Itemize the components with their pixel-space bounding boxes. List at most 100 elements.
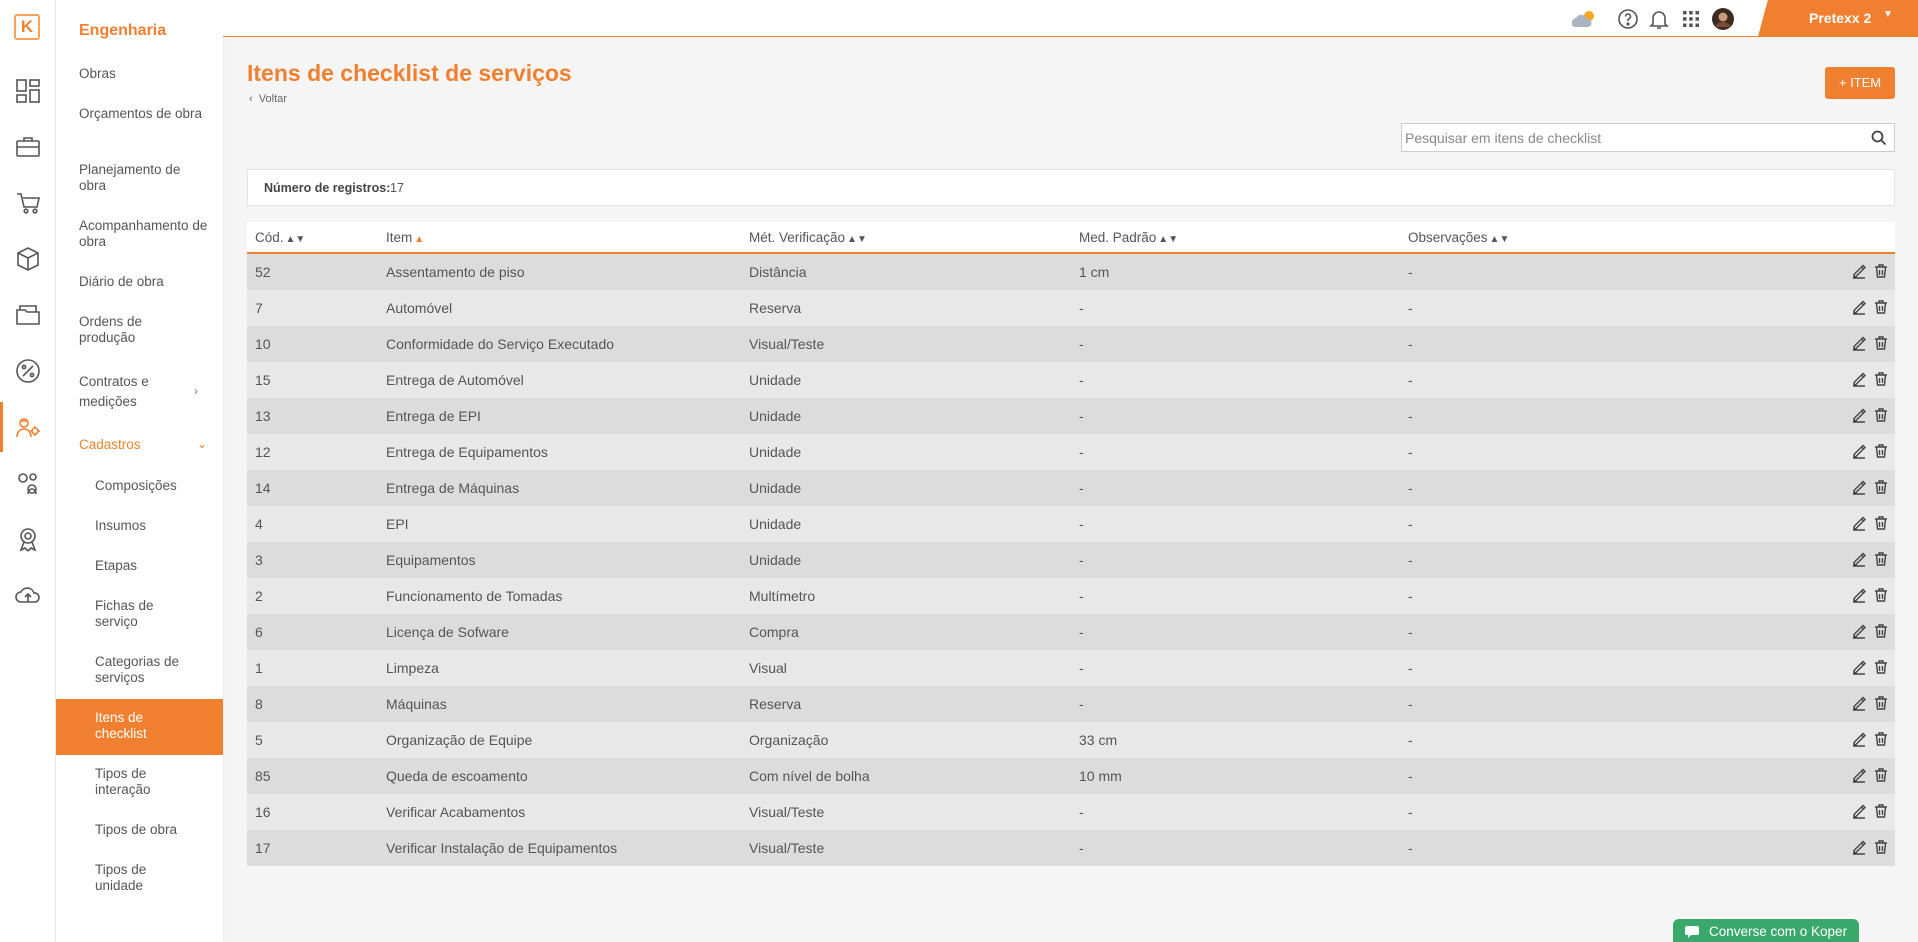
table-row[interactable]: 1 Limpeza Visual - - <box>247 650 1895 686</box>
table-row[interactable]: 13 Entrega de EPI Unidade - - <box>247 398 1895 434</box>
box-icon[interactable] <box>14 245 42 273</box>
trash-icon[interactable] <box>1873 263 1889 279</box>
column-header-cod[interactable]: Cód. ▲▼ <box>255 230 305 245</box>
column-header-medida[interactable]: Med. Padrão ▲▼ <box>1079 230 1178 245</box>
edit-icon[interactable] <box>1851 587 1867 603</box>
bell-icon[interactable] <box>1647 7 1671 31</box>
apps-grid-icon[interactable] <box>1679 7 1703 31</box>
engineer-icon[interactable] <box>14 413 42 441</box>
sidebar-subitem-insumos[interactable]: Insumos <box>95 518 215 534</box>
folder-icon[interactable] <box>14 301 42 329</box>
trash-icon[interactable] <box>1873 479 1889 495</box>
edit-icon[interactable] <box>1851 551 1867 567</box>
table-row[interactable]: 4 EPI Unidade - - <box>247 506 1895 542</box>
sidebar-item-acompanhamento[interactable]: Acompanhamento de obra <box>79 218 219 250</box>
table-row[interactable]: 85 Queda de escoamento Com nível de bolha 1… <box>247 758 1895 794</box>
sidebar-subitem-categorias[interactable]: Categorias de serviços <box>95 654 195 686</box>
edit-icon[interactable] <box>1851 263 1867 279</box>
edit-icon[interactable] <box>1851 623 1867 639</box>
sidebar-item-planejamento[interactable]: Planejamento de obra <box>79 162 209 194</box>
sidebar-item-cadastros[interactable]: Cadastros <box>79 437 209 453</box>
cell-cod: 8 <box>255 696 263 712</box>
table-row[interactable]: 7 Automóvel Reserva - - <box>247 290 1895 326</box>
award-icon[interactable] <box>14 525 42 553</box>
app-logo[interactable]: K <box>14 14 40 40</box>
table-row[interactable]: 17 Verificar Instalação de Equipamentos Vi… <box>247 830 1895 866</box>
column-header-item[interactable]: Item ▲ <box>386 230 424 245</box>
edit-icon[interactable] <box>1851 335 1867 351</box>
table-row[interactable]: 5 Organização de Equipe Organização 33 cm - <box>247 722 1895 758</box>
user-menu-button[interactable]: Pretexx 2 ▼ <box>1758 0 1918 36</box>
table-row[interactable]: 10 Conformidade do Serviço Executado Visua… <box>247 326 1895 362</box>
table-row[interactable]: 16 Verificar Acabamentos Visual/Teste - - <box>247 794 1895 830</box>
table-row[interactable]: 15 Entrega de Automóvel Unidade - - <box>247 362 1895 398</box>
search-input[interactable] <box>1402 124 1862 151</box>
table-row[interactable]: 3 Equipamentos Unidade - - <box>247 542 1895 578</box>
sidebar-item-ordens[interactable]: Ordens de produção <box>79 314 169 346</box>
table-row[interactable]: 8 Máquinas Reserva - - <box>247 686 1895 722</box>
edit-icon[interactable] <box>1851 803 1867 819</box>
table-row[interactable]: 14 Entrega de Máquinas Unidade - - <box>247 470 1895 506</box>
gears-person-icon[interactable] <box>14 469 42 497</box>
edit-icon[interactable] <box>1851 659 1867 675</box>
chat-button[interactable]: Converse com o Koper <box>1673 919 1859 942</box>
sidebar-item-contratos[interactable]: Contratos e medições <box>79 372 169 412</box>
cell-medida: 33 cm <box>1079 732 1118 748</box>
sidebar-item-diario[interactable]: Diário de obra <box>79 274 209 290</box>
trash-icon[interactable] <box>1873 443 1889 459</box>
sidebar-subitem-etapas[interactable]: Etapas <box>95 558 215 574</box>
add-item-button[interactable]: + ITEM <box>1825 67 1895 99</box>
edit-icon[interactable] <box>1851 839 1867 855</box>
briefcase-icon[interactable] <box>14 133 42 161</box>
table-body: 52 Assentamento de piso Distância 1 cm -7 Aut… <box>247 254 1895 866</box>
search-icon[interactable] <box>1870 129 1888 147</box>
trash-icon[interactable] <box>1873 515 1889 531</box>
cloud-upload-icon[interactable] <box>14 581 42 609</box>
sidebar-subitem-tipos-unidade[interactable]: Tipos de unidade <box>95 862 175 894</box>
trash-icon[interactable] <box>1873 839 1889 855</box>
trash-icon[interactable] <box>1873 695 1889 711</box>
edit-icon[interactable] <box>1851 731 1867 747</box>
sidebar-subitem-composicoes[interactable]: Composições <box>95 478 215 494</box>
edit-icon[interactable] <box>1851 515 1867 531</box>
sidebar-subitem-tipos-interacao[interactable]: Tipos de interação <box>95 766 185 798</box>
back-link[interactable]: ‹ Voltar <box>249 93 287 105</box>
table-row[interactable]: 2 Funcionamento de Tomadas Multímetro - - <box>247 578 1895 614</box>
sort-icon: ▲▼ <box>847 234 867 245</box>
trash-icon[interactable] <box>1873 587 1889 603</box>
sidebar-subitem-fichas[interactable]: Fichas de serviço <box>95 598 185 630</box>
trash-icon[interactable] <box>1873 767 1889 783</box>
percent-icon[interactable] <box>14 357 42 385</box>
trash-icon[interactable] <box>1873 803 1889 819</box>
table-row[interactable]: 12 Entrega de Equipamentos Unidade - - <box>247 434 1895 470</box>
table-row[interactable]: 52 Assentamento de piso Distância 1 cm - <box>247 254 1895 290</box>
chevron-right-icon: › <box>194 384 198 398</box>
help-icon[interactable] <box>1616 7 1640 31</box>
edit-icon[interactable] <box>1851 479 1867 495</box>
dashboard-icon[interactable] <box>14 77 42 105</box>
table-row[interactable]: 6 Licença de Sofware Compra - - <box>247 614 1895 650</box>
sidebar-item-orcamentos[interactable]: Orçamentos de obra <box>79 106 209 122</box>
edit-icon[interactable] <box>1851 767 1867 783</box>
edit-icon[interactable] <box>1851 371 1867 387</box>
trash-icon[interactable] <box>1873 335 1889 351</box>
sidebar-item-obras[interactable]: Obras <box>79 66 209 82</box>
column-header-metodo[interactable]: Mét. Verificação ▲▼ <box>749 230 867 245</box>
sort-asc-icon: ▲ <box>414 234 425 245</box>
avatar[interactable] <box>1711 7 1735 31</box>
trash-icon[interactable] <box>1873 623 1889 639</box>
trash-icon[interactable] <box>1873 407 1889 423</box>
trash-icon[interactable] <box>1873 371 1889 387</box>
trash-icon[interactable] <box>1873 299 1889 315</box>
column-header-observacoes[interactable]: Observações ▲▼ <box>1408 230 1509 245</box>
sidebar-subitem-tipos-obra[interactable]: Tipos de obra <box>95 822 215 838</box>
edit-icon[interactable] <box>1851 695 1867 711</box>
trash-icon[interactable] <box>1873 731 1889 747</box>
trash-icon[interactable] <box>1873 659 1889 675</box>
edit-icon[interactable] <box>1851 443 1867 459</box>
edit-icon[interactable] <box>1851 299 1867 315</box>
edit-icon[interactable] <box>1851 407 1867 423</box>
trash-icon[interactable] <box>1873 551 1889 567</box>
sidebar-subitem-itens-checklist[interactable]: Itens de checklist <box>95 710 175 742</box>
cart-icon[interactable] <box>14 189 42 217</box>
